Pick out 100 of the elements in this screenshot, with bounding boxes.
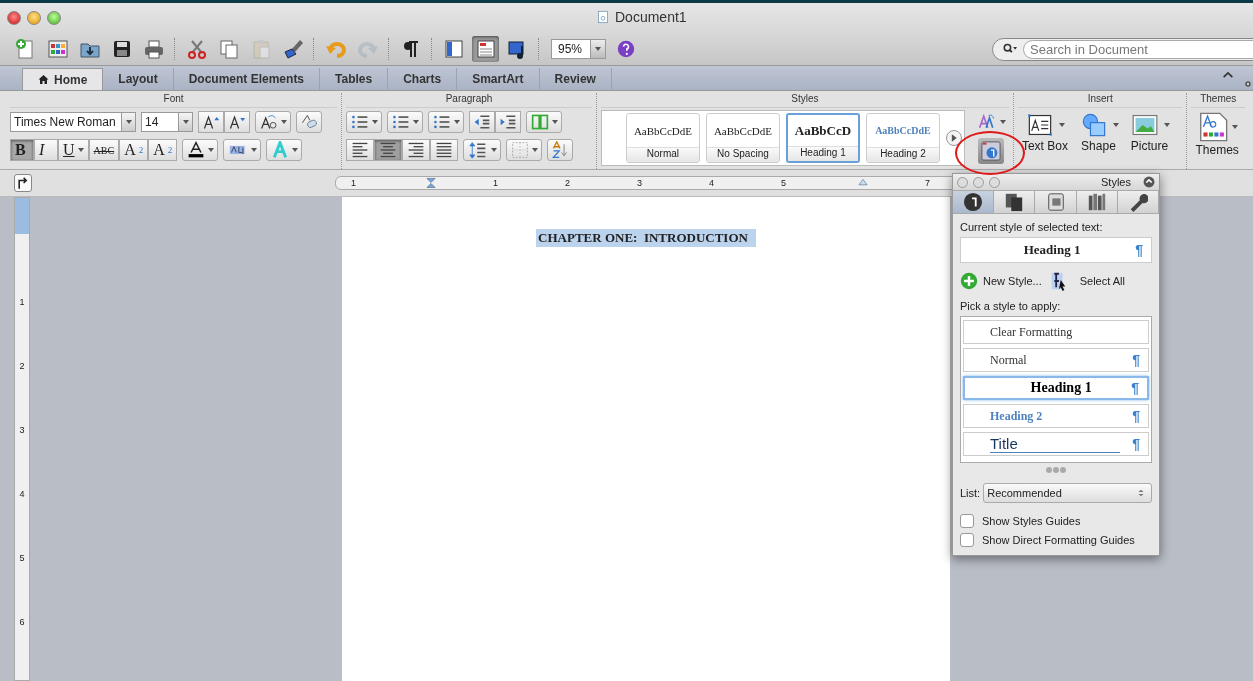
shrink-font-icon bbox=[228, 113, 246, 131]
page-layout-button[interactable] bbox=[472, 36, 499, 62]
tab-selector-button[interactable] bbox=[14, 174, 32, 192]
caret-icon bbox=[1059, 123, 1066, 127]
scissors-icon bbox=[185, 38, 208, 60]
group-title: Font bbox=[10, 93, 338, 108]
select-all-button[interactable]: Select All bbox=[1079, 275, 1125, 287]
caret-icon bbox=[372, 120, 379, 124]
caret-icon bbox=[125, 120, 132, 124]
copy-tab[interactable] bbox=[994, 191, 1036, 213]
font-name-field[interactable]: Times New Roman bbox=[10, 112, 136, 132]
ruler-margin-band bbox=[15, 198, 29, 234]
clear-formatting-icon bbox=[300, 113, 318, 131]
ribbon-tab[interactable]: Tables bbox=[320, 68, 389, 90]
pick-style-label: Pick a style to apply: bbox=[960, 300, 1062, 312]
help-button[interactable] bbox=[617, 40, 635, 58]
sort-button[interactable] bbox=[547, 139, 574, 161]
shape-button[interactable]: Shape bbox=[1073, 110, 1123, 153]
ruler-number: 1 bbox=[350, 178, 356, 188]
caret-icon bbox=[999, 120, 1006, 124]
styles-pane-button[interactable] bbox=[977, 138, 1004, 164]
wrench-tab[interactable] bbox=[1117, 191, 1159, 213]
bullets-button[interactable] bbox=[346, 111, 383, 133]
caret-icon bbox=[454, 120, 461, 124]
picture-button[interactable]: Picture bbox=[1124, 110, 1174, 153]
style-list-item[interactable]: Heading 1 ¶ bbox=[963, 376, 1149, 400]
ribbon-tab[interactable]: Review bbox=[539, 68, 612, 90]
decrease-indent-button[interactable] bbox=[469, 111, 496, 133]
caret-icon bbox=[77, 148, 84, 152]
shrink-font-button[interactable] bbox=[224, 111, 250, 133]
checkbox-label: Show Direct Formatting Guides bbox=[982, 534, 1135, 546]
font-size-field[interactable]: 14 bbox=[141, 112, 193, 132]
sort-icon bbox=[551, 141, 570, 159]
copy-icon bbox=[217, 38, 240, 60]
style-option[interactable]: AaBbCcD Heading 1 bbox=[785, 113, 860, 163]
line-spacing-button[interactable] bbox=[463, 139, 502, 161]
list-dropdown[interactable]: Recommended bbox=[983, 483, 1152, 503]
align-center-button[interactable] bbox=[374, 139, 403, 161]
new-style-button[interactable]: New Style... bbox=[960, 272, 1042, 290]
highlight-button[interactable] bbox=[223, 139, 262, 161]
text-box-button[interactable]: Text Box bbox=[1017, 110, 1072, 153]
document-icon bbox=[596, 9, 610, 25]
ribbon-tab[interactable]: SmartArt bbox=[457, 68, 540, 90]
strike-button[interactable]: ABC bbox=[88, 139, 120, 161]
ruler-number: 1 bbox=[492, 178, 498, 188]
style-list-item[interactable]: Title ¶ bbox=[963, 432, 1149, 456]
checkbox-label: Show Styles Guides bbox=[982, 515, 1081, 527]
group-title: Themes bbox=[1191, 93, 1245, 108]
sidebar-icon bbox=[442, 38, 465, 60]
media-tab[interactable] bbox=[1035, 191, 1077, 213]
align-right-button[interactable] bbox=[402, 139, 431, 161]
style-list-item[interactable]: Heading 2 ¶ bbox=[963, 404, 1149, 428]
ruler-number: 7 bbox=[924, 178, 930, 188]
ribbon-tab[interactable]: Home bbox=[22, 68, 104, 90]
ruler-number: 3 bbox=[636, 178, 642, 188]
ruler-number: 4 bbox=[19, 487, 25, 501]
caret-icon bbox=[1163, 123, 1170, 127]
gallery-next-button[interactable] bbox=[945, 130, 962, 146]
italic-button[interactable]: I bbox=[34, 139, 58, 161]
ribbon-tab[interactable]: Charts bbox=[388, 68, 458, 90]
checkbox[interactable] bbox=[960, 533, 974, 547]
font-color-button[interactable] bbox=[182, 139, 219, 161]
increase-indent-button[interactable] bbox=[495, 111, 522, 133]
bold-button[interactable]: B bbox=[10, 139, 34, 161]
ribbon-tab[interactable]: Layout bbox=[103, 68, 174, 90]
caret-icon bbox=[491, 148, 498, 152]
underline-button[interactable]: U bbox=[58, 139, 89, 161]
ruler-number: 6 bbox=[19, 615, 25, 629]
align-justify-button[interactable] bbox=[430, 139, 459, 161]
checkbox[interactable] bbox=[960, 514, 974, 528]
caret-icon bbox=[182, 120, 189, 124]
style-option[interactable]: AaBbCcDdE Normal bbox=[625, 113, 700, 163]
style-option[interactable]: AaBbCcDdE No Spacing bbox=[705, 113, 780, 163]
change-case-button[interactable] bbox=[255, 111, 291, 133]
style-list-item[interactable]: Clear Formatting bbox=[963, 320, 1149, 344]
numbering-button[interactable] bbox=[387, 111, 424, 133]
columns-icon bbox=[530, 113, 551, 131]
borders-icon bbox=[510, 141, 531, 159]
group-title: Paragraph bbox=[346, 93, 592, 108]
search-field[interactable]: Search in Document bbox=[992, 37, 1253, 61]
close-button[interactable] bbox=[7, 11, 21, 25]
decrease-indent-icon bbox=[473, 113, 492, 131]
zoom-dropdown[interactable]: 95% bbox=[551, 39, 606, 59]
style-list-item[interactable]: Normal ¶ bbox=[963, 348, 1149, 372]
group-title: Styles bbox=[600, 93, 1009, 108]
reference-tools-icon bbox=[1086, 192, 1107, 212]
style-option[interactable]: AaBbCcDdE Heading 2 bbox=[865, 113, 940, 163]
plus-icon bbox=[960, 272, 978, 290]
multilevel-list-button[interactable] bbox=[428, 111, 465, 133]
styles-tab[interactable] bbox=[953, 191, 995, 213]
window-title: Document1 bbox=[615, 9, 687, 25]
themes-button[interactable]: Themes bbox=[1191, 110, 1243, 157]
reference-tools-tab[interactable] bbox=[1076, 191, 1118, 213]
ruler-number: 1 bbox=[19, 295, 25, 309]
grow-font-button[interactable] bbox=[198, 111, 224, 133]
ribbon-tab[interactable]: Document Elements bbox=[173, 68, 321, 90]
caret-icon bbox=[413, 120, 420, 124]
caret-icon bbox=[552, 120, 559, 124]
align-left-button[interactable] bbox=[346, 139, 375, 161]
clear-formatting-button[interactable] bbox=[296, 111, 322, 133]
